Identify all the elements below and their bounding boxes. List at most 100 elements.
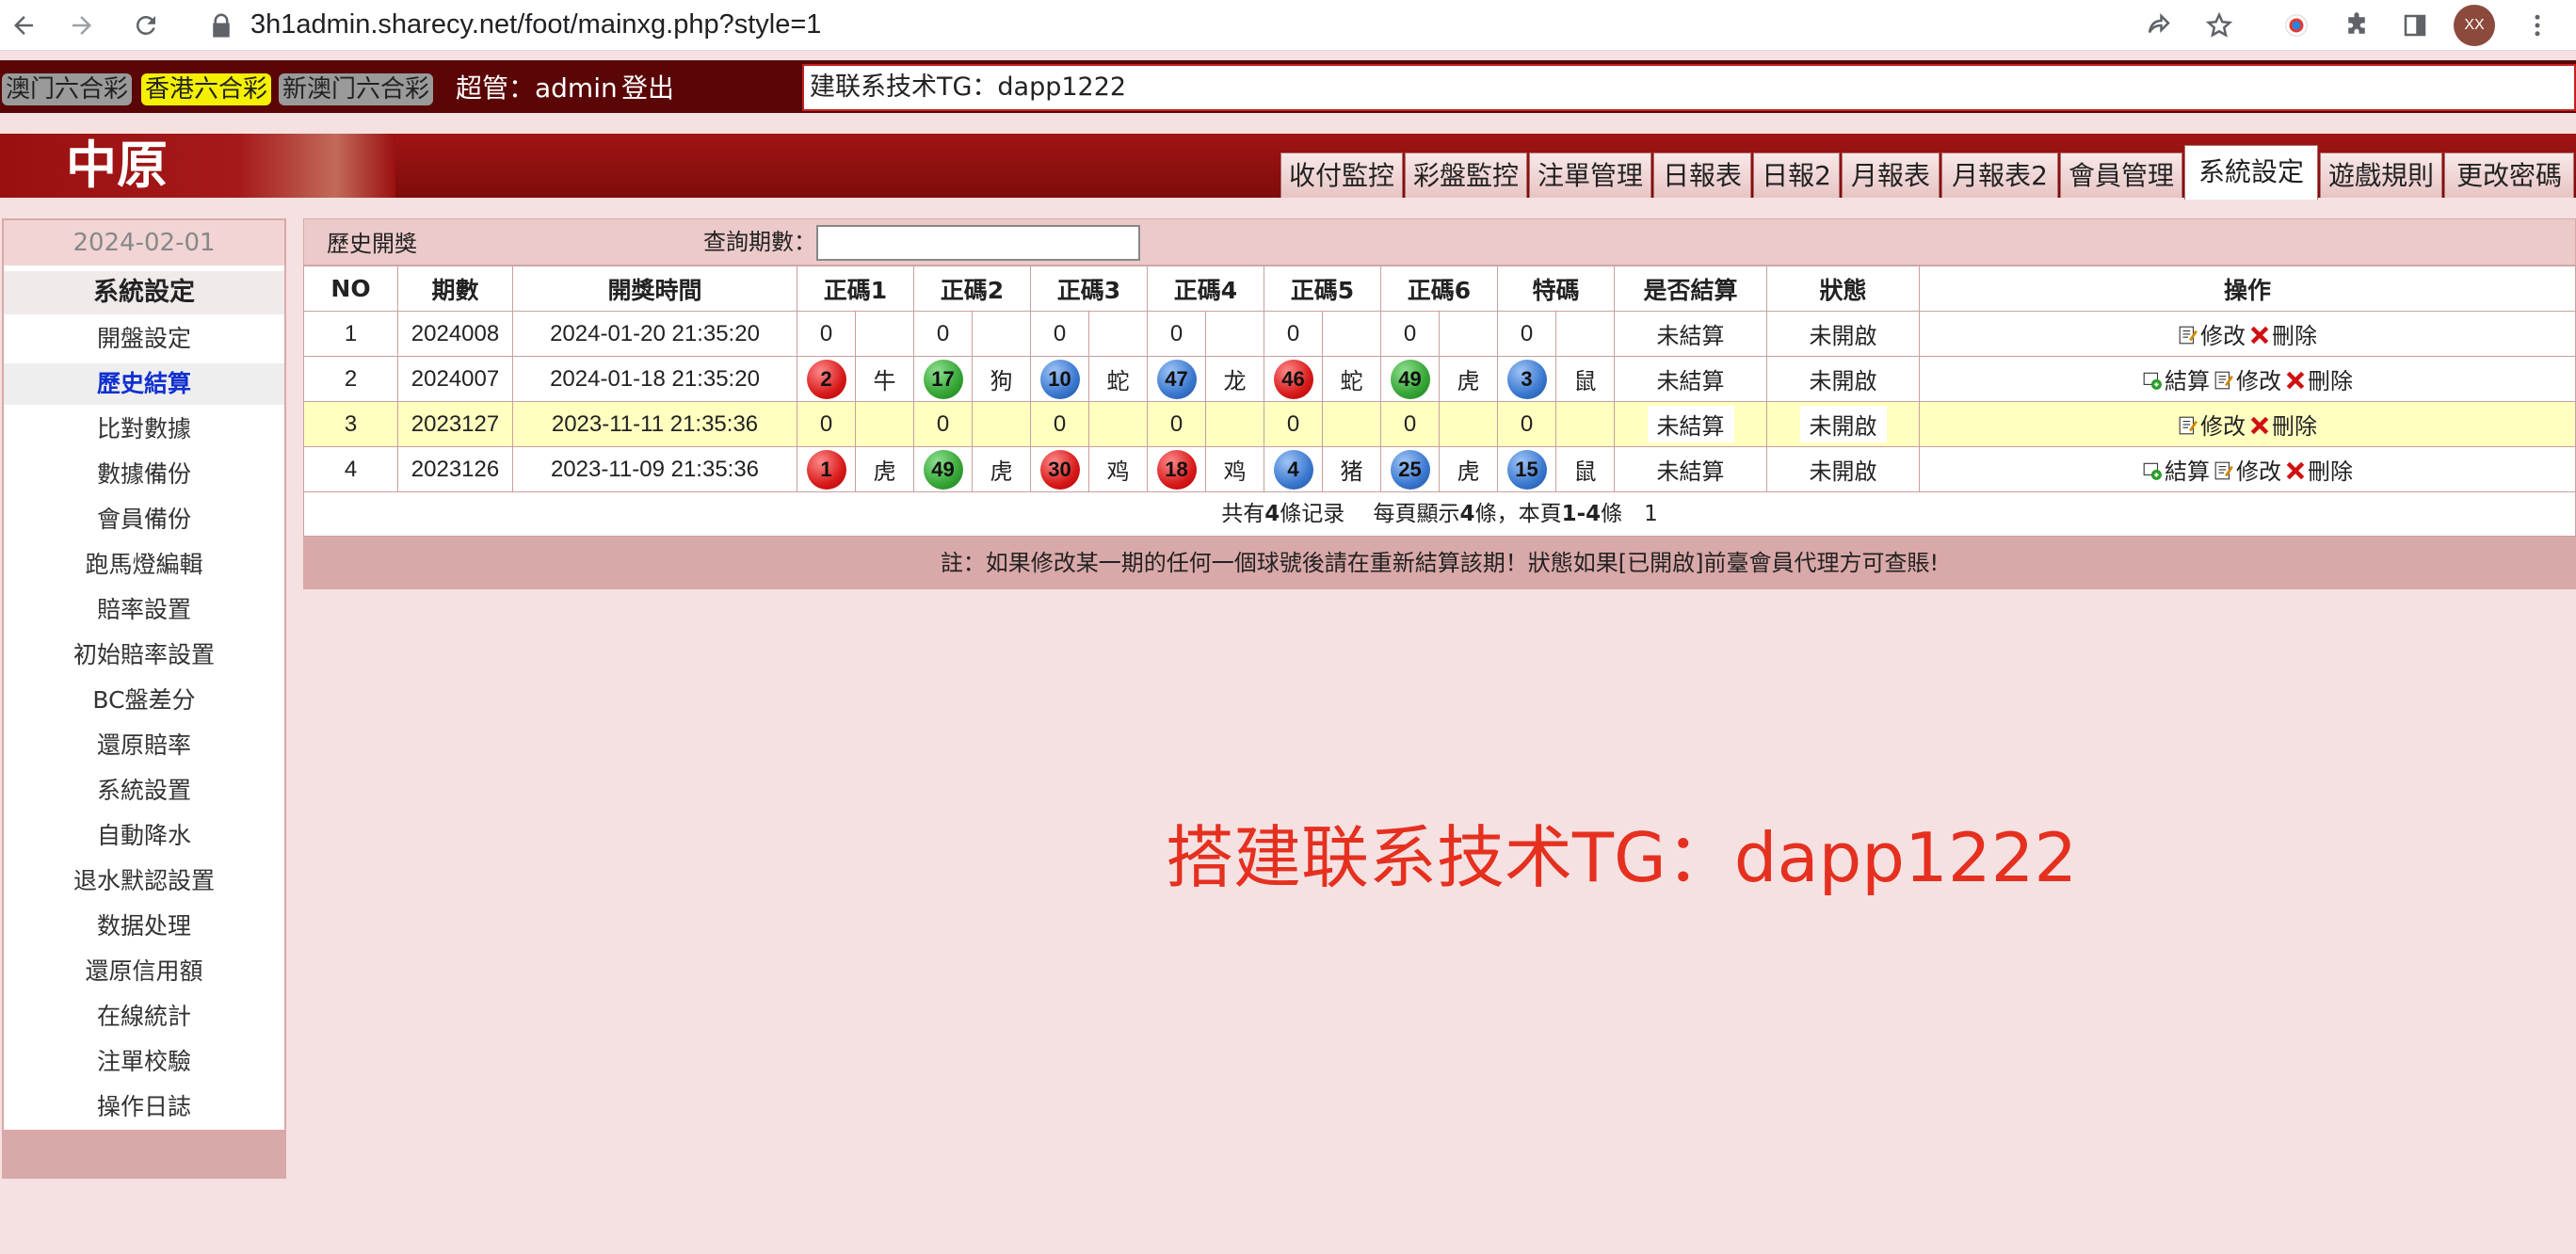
delete-link[interactable]: 刪除: [2249, 324, 2317, 349]
zodiac-cell: [1439, 401, 1498, 447]
column-header: 正碼1: [797, 265, 914, 312]
tab-system-settings[interactable]: 系統設定: [2184, 145, 2318, 200]
lottery-tab-hongkong[interactable]: 香港六合彩: [141, 73, 272, 105]
column-header: 期數: [397, 265, 513, 312]
ball-number-cell: 47: [1147, 356, 1206, 402]
sidebar-item-compare-data[interactable]: 比對數據: [4, 409, 284, 450]
sidebar-item-auto-drop[interactable]: 自動降水: [4, 815, 284, 857]
op-label: 刪除: [2272, 414, 2317, 440]
sidebar-item-bc-diff[interactable]: BC盤差分: [4, 680, 284, 721]
zodiac-cell: 虎: [855, 446, 914, 492]
period-search-input[interactable]: [816, 225, 1140, 261]
ball-number-cell: 0: [1147, 401, 1206, 447]
draw-time-cell: 2024-01-18 21:35:20: [512, 356, 797, 402]
lottery-tab-macau[interactable]: 澳门六合彩: [2, 73, 133, 105]
ball-green: 49: [1390, 359, 1430, 399]
operations-cell: 結算 修改 刪除: [1919, 356, 2576, 402]
operations-cell: 修改 刪除: [1919, 401, 2576, 447]
sidebar-item-open-settings[interactable]: 開盤設定: [4, 318, 284, 360]
row-number: 3: [303, 401, 398, 447]
sidebar-item-restore-credit[interactable]: 還原信用額: [4, 951, 284, 992]
column-header: 正碼2: [913, 265, 1031, 312]
zodiac-cell: [1088, 311, 1148, 357]
delete-link[interactable]: 刪除: [2285, 369, 2353, 394]
extension-button[interactable]: [2277, 6, 2316, 45]
lottery-tab-new-macau[interactable]: 新澳门六合彩: [279, 73, 434, 105]
sidebar-item-data-backup[interactable]: 數據備份: [4, 454, 284, 495]
edit-icon: [2214, 461, 2233, 480]
side-panel-button[interactable]: [2395, 6, 2435, 45]
tab-daily-report-2[interactable]: 日報2: [1753, 153, 1840, 198]
side-panel-icon: [2404, 14, 2426, 37]
menu-button[interactable]: [2518, 6, 2557, 45]
header-band: 中原 收付監控 彩盤監控 注單管理 日報表 日報2 月報表 月報表2 會員管理 …: [0, 134, 2576, 200]
delete-link[interactable]: 刪除: [2249, 414, 2317, 440]
pagination-info: 共有4條记录 每頁顯示4條，本頁1-4條 1: [303, 491, 2576, 537]
sidebar-item-initial-odds[interactable]: 初始賠率設置: [4, 635, 284, 676]
kebab-menu-icon: [2535, 14, 2540, 37]
ball-number-cell: 1: [797, 446, 856, 492]
open-status: 未開啟: [1799, 406, 1887, 442]
table-row: 4 2023126 2023-11-09 21:35:36 1 虎 49 虎 30 鸡 18 鸡 4 猪…: [303, 446, 2576, 492]
ball-red: 30: [1039, 449, 1080, 490]
sidebar-item-system-config[interactable]: 系統設置: [4, 770, 284, 812]
period-cell: 2024008: [397, 311, 513, 357]
tab-monthly-report[interactable]: 月報表: [1842, 153, 1940, 198]
logo: 中原: [0, 134, 395, 198]
sidebar-item-online-stats[interactable]: 在線統計: [4, 996, 284, 1037]
column-header: 操作: [1919, 265, 2576, 312]
bookmark-button[interactable]: [2199, 6, 2239, 45]
pager-page-link[interactable]: 1: [1644, 502, 1658, 526]
ball-number-cell: 0: [1147, 311, 1206, 357]
period-cell: 2024007: [397, 356, 513, 402]
delete-link[interactable]: 刪除: [2285, 459, 2353, 485]
ball-number-cell: 0: [1380, 401, 1440, 447]
tab-game-rules[interactable]: 遊戲規則: [2320, 153, 2442, 198]
ball-number-cell: 0: [1497, 401, 1556, 447]
sidebar-item-marquee-edit[interactable]: 跑馬燈編輯: [4, 544, 284, 586]
sidebar-item-operation-log[interactable]: 操作日誌: [4, 1086, 284, 1128]
row-number: 2: [303, 356, 398, 402]
reload-button[interactable]: [126, 6, 166, 45]
sidebar-item-history-settlement[interactable]: 歷史結算: [4, 363, 284, 405]
sidebar-item-restore-odds[interactable]: 還原賠率: [4, 725, 284, 766]
edit-link[interactable]: 修改: [2178, 324, 2246, 349]
settle-link[interactable]: 結算: [2142, 459, 2210, 485]
tab-change-password[interactable]: 更改密碼: [2444, 153, 2574, 198]
edit-link[interactable]: 修改: [2214, 369, 2281, 394]
table-header-row: NO 期數 開獎時間 正碼1 正碼2 正碼3 正碼4 正碼5 正碼6 特碼 是否結算 狀態 操作: [303, 265, 2576, 312]
edit-link[interactable]: 修改: [2178, 414, 2246, 440]
share-button[interactable]: [2139, 6, 2179, 45]
tab-bet-management[interactable]: 注單管理: [1529, 153, 1651, 198]
search-bar: 歷史開獎 查詢期數：: [303, 218, 2576, 265]
sidebar-item-bet-verify[interactable]: 注單校驗: [4, 1041, 284, 1083]
settle-link[interactable]: 結算: [2142, 369, 2210, 394]
lock-icon: [213, 13, 230, 38]
sidebar-item-odds-settings[interactable]: 賠率設置: [4, 589, 284, 631]
sidebar-item-member-backup[interactable]: 會員備份: [4, 499, 284, 540]
tab-odds-monitor[interactable]: 彩盤監控: [1405, 153, 1527, 198]
tab-member-management[interactable]: 會員管理: [2060, 153, 2182, 198]
extension-colorful-icon: [2285, 14, 2308, 37]
logout-link[interactable]: 登出: [621, 70, 674, 107]
sidebar-item-rebate-defaults[interactable]: 退水默認設置: [4, 860, 284, 902]
sidebar-item-data-processing[interactable]: 数据处理: [4, 906, 284, 947]
zodiac-cell: 牛: [855, 356, 914, 402]
address-bar[interactable]: 3h1admin.sharecy.net/foot/mainxg.php?sty…: [250, 8, 821, 41]
column-header: 正碼6: [1380, 265, 1498, 312]
ball-number-cell: 0: [797, 311, 856, 357]
zodiac-cell: 鼠: [1555, 446, 1615, 492]
logo-text: 中原: [66, 136, 168, 195]
back-button[interactable]: [4, 6, 43, 45]
tab-monthly-report-2[interactable]: 月報表2: [1941, 153, 2058, 198]
settled-status: 未結算: [1647, 406, 1734, 442]
tab-payment-monitor[interactable]: 收付監控: [1280, 153, 1403, 198]
pager-prefix: 共有: [1221, 502, 1265, 526]
zodiac-cell: 猪: [1322, 446, 1381, 492]
forward-button[interactable]: [62, 6, 102, 45]
extensions-button[interactable]: [2337, 6, 2376, 45]
edit-link[interactable]: 修改: [2214, 459, 2281, 485]
watermark-text: 搭建联系技术TG：dapp1222: [1166, 818, 2078, 897]
avatar[interactable]: XX: [2454, 5, 2495, 46]
tab-daily-report[interactable]: 日報表: [1653, 153, 1751, 198]
